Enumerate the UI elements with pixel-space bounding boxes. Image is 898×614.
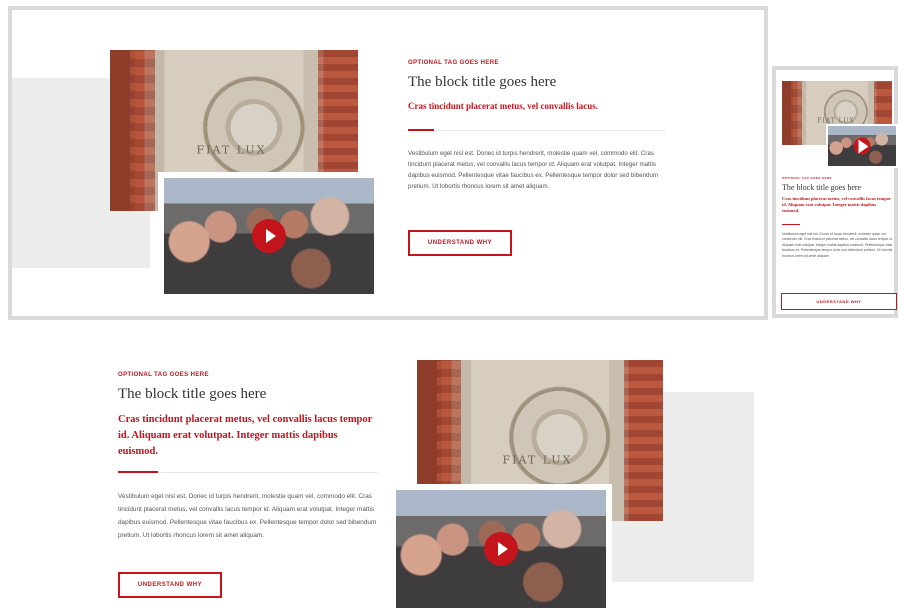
understand-why-button-mobile[interactable]: UNDERSTAND WHY (781, 293, 897, 310)
accent-rule-top (408, 129, 434, 131)
video-thumbnail-top[interactable] (158, 172, 380, 300)
tag-top: OPTIONAL TAG GOES HERE (408, 60, 499, 66)
accent-rule-mobile (782, 224, 800, 225)
understand-why-button-bottom[interactable]: UNDERSTAND WHY (118, 572, 222, 598)
video-thumbnail-mobile[interactable] (826, 124, 898, 168)
understand-why-button-top[interactable]: UNDERSTAND WHY (408, 230, 512, 256)
subtitle-mobile: Cras tincidunt placerat metus, vel conva… (782, 196, 891, 213)
video-thumbnail-bottom[interactable] (390, 484, 612, 614)
tag-bottom: OPTIONAL TAG GOES HERE (118, 372, 209, 378)
play-icon[interactable] (252, 219, 286, 253)
play-icon-bottom[interactable] (484, 532, 518, 566)
body-copy-top: Vestibulum eget nisl est. Donec id turpi… (408, 150, 659, 190)
seal-text-bottom: FIAT LUX (502, 453, 573, 467)
title-top: The block title goes here (408, 74, 557, 90)
title-bottom: The block title goes here (118, 386, 267, 402)
play-icon-mobile[interactable] (853, 137, 871, 155)
divider-top (408, 130, 666, 131)
seal-text: FIAT LUX (196, 143, 267, 157)
accent-rule-bottom (118, 471, 158, 473)
subtitle-bottom: Cras tincidunt placerat metus, vel conva… (118, 414, 373, 457)
body-copy-mobile: Vestibulum eget nisl est. Donec id turpi… (782, 232, 893, 258)
subtitle-top: Cras tincidunt placerat metus, vel conva… (408, 101, 598, 111)
title-mobile: The block title goes here (782, 183, 862, 192)
body-copy-bottom: Vestibulum eget nisl est. Donec id turpi… (118, 493, 377, 539)
tag-mobile: OPTIONAL TAG GOES HERE (782, 176, 832, 180)
